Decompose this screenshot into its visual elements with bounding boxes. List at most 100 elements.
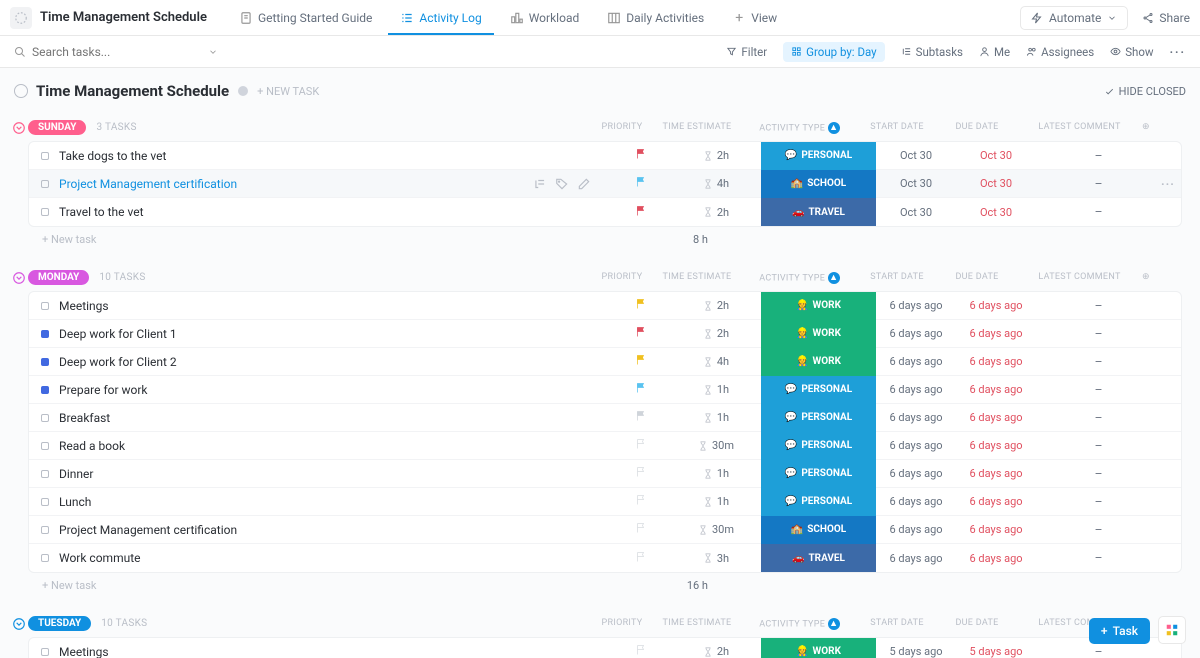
chevron-down-icon[interactable] — [12, 121, 26, 135]
comment-cell[interactable]: – — [1036, 467, 1161, 481]
time-estimate-cell[interactable]: 30m — [671, 523, 761, 536]
search-box[interactable] — [14, 45, 726, 59]
comment-cell[interactable]: – — [1036, 383, 1161, 397]
priority-cell[interactable] — [611, 409, 671, 426]
task-row[interactable]: Meetings2h👷WORK6 days ago6 days ago– — [29, 292, 1181, 320]
tab-view[interactable]: +View — [720, 0, 789, 35]
new-task-link[interactable]: + New task — [42, 233, 96, 246]
task-name[interactable]: Project Management certification — [59, 177, 533, 191]
comment-cell[interactable]: – — [1036, 551, 1161, 565]
time-estimate-cell[interactable]: 4h — [671, 177, 761, 190]
new-task-link[interactable]: + NEW TASK — [257, 85, 319, 98]
status-square[interactable] — [41, 470, 49, 478]
start-date-cell[interactable]: 6 days ago — [876, 327, 956, 340]
status-square[interactable] — [41, 302, 49, 310]
edit-icon[interactable] — [577, 177, 591, 191]
start-date-cell[interactable]: Oct 30 — [876, 177, 956, 190]
priority-cell[interactable] — [611, 325, 671, 342]
time-estimate-cell[interactable]: 1h — [671, 411, 761, 424]
time-estimate-cell[interactable]: 1h — [671, 383, 761, 396]
task-row[interactable]: Breakfast1h💬PERSONAL6 days ago6 days ago… — [29, 404, 1181, 432]
priority-cell[interactable] — [611, 550, 671, 567]
time-estimate-cell[interactable]: 1h — [671, 467, 761, 480]
group-header[interactable]: MONDAY10 TASKSPRIORITYTIME ESTIMATEACTIV… — [14, 262, 1186, 291]
start-date-cell[interactable]: 6 days ago — [876, 355, 956, 368]
activity-type-cell[interactable]: 👷WORK — [761, 292, 876, 320]
task-row[interactable]: Prepare for work1h💬PERSONAL6 days ago6 d… — [29, 376, 1181, 404]
activity-type-cell[interactable]: 💬PERSONAL — [761, 488, 876, 516]
priority-cell[interactable] — [611, 204, 671, 221]
tab-daily-activities[interactable]: Daily Activities — [595, 0, 716, 35]
status-square[interactable] — [41, 554, 49, 562]
task-row[interactable]: Meetings2h👷WORK5 days ago5 days ago– — [29, 638, 1181, 658]
task-name[interactable]: Project Management certification — [59, 523, 611, 537]
due-date-cell[interactable]: Oct 30 — [956, 177, 1036, 190]
task-row[interactable]: Project Management certification 4h🏫SCHOO… — [29, 170, 1181, 198]
start-date-cell[interactable]: 6 days ago — [876, 299, 956, 312]
start-date-cell[interactable]: 6 days ago — [876, 523, 956, 536]
add-column-icon[interactable]: ⊕ — [1142, 272, 1162, 284]
task-row[interactable]: Work commute3h🚗TRAVEL6 days ago6 days ag… — [29, 544, 1181, 572]
priority-cell[interactable] — [611, 297, 671, 314]
due-date-cell[interactable]: 6 days ago — [956, 411, 1036, 424]
subtasks-button[interactable]: Subtasks — [901, 45, 963, 59]
task-name[interactable]: Work commute — [59, 551, 611, 565]
hide-closed-button[interactable]: HIDE CLOSED — [1104, 85, 1186, 98]
new-task-fab[interactable]: + Task — [1089, 618, 1150, 644]
tab-activity-log[interactable]: Activity Log — [388, 0, 493, 35]
app-grid-button[interactable] — [1158, 616, 1186, 644]
due-date-cell[interactable]: Oct 30 — [956, 149, 1036, 162]
priority-cell[interactable] — [611, 465, 671, 482]
task-name[interactable]: Prepare for work — [59, 383, 611, 397]
activity-type-cell[interactable]: 👷WORK — [761, 638, 876, 658]
priority-cell[interactable] — [611, 381, 671, 398]
due-date-cell[interactable]: 6 days ago — [956, 439, 1036, 452]
task-name[interactable]: Deep work for Client 2 — [59, 355, 611, 369]
start-date-cell[interactable]: 6 days ago — [876, 411, 956, 424]
task-row[interactable]: Read a book30m💬PERSONAL6 days ago6 days … — [29, 432, 1181, 460]
task-name[interactable]: Dinner — [59, 467, 611, 481]
due-date-cell[interactable]: 5 days ago — [956, 645, 1036, 658]
automate-button[interactable]: Automate — [1020, 6, 1128, 30]
task-row[interactable]: Deep work for Client 12h👷WORK6 days ago6… — [29, 320, 1181, 348]
filter-button[interactable]: Filter — [726, 45, 767, 59]
list-status-circle[interactable] — [14, 84, 28, 98]
time-estimate-cell[interactable]: 30m — [671, 439, 761, 452]
start-date-cell[interactable]: 6 days ago — [876, 495, 956, 508]
activity-type-cell[interactable]: 💬PERSONAL — [761, 460, 876, 488]
task-name[interactable]: Breakfast — [59, 411, 611, 425]
groupby-button[interactable]: Group by: Day — [783, 42, 884, 62]
start-date-cell[interactable]: Oct 30 — [876, 206, 956, 219]
due-date-cell[interactable]: 6 days ago — [956, 552, 1036, 565]
comment-cell[interactable]: – — [1036, 523, 1161, 537]
status-square[interactable] — [41, 414, 49, 422]
show-button[interactable]: Show — [1110, 45, 1153, 59]
status-square[interactable] — [41, 358, 49, 366]
group-header[interactable]: SUNDAY3 TASKSPRIORITYTIME ESTIMATEACTIVI… — [14, 112, 1186, 141]
status-square[interactable] — [41, 442, 49, 450]
priority-cell[interactable] — [611, 175, 671, 192]
search-input[interactable] — [32, 45, 152, 59]
start-date-cell[interactable]: 6 days ago — [876, 552, 956, 565]
info-icon[interactable] — [237, 85, 249, 97]
task-row[interactable]: Project Management certification 30m🏫SCHO… — [29, 516, 1181, 544]
comment-cell[interactable]: – — [1036, 439, 1161, 453]
subtask-icon[interactable] — [533, 177, 547, 191]
time-estimate-cell[interactable]: 2h — [671, 299, 761, 312]
activity-type-cell[interactable]: 🏫SCHOOL — [761, 516, 876, 544]
more-options-icon[interactable]: ··· — [1170, 45, 1186, 59]
status-square[interactable] — [41, 498, 49, 506]
time-estimate-cell[interactable]: 2h — [671, 149, 761, 162]
due-date-cell[interactable]: 6 days ago — [956, 327, 1036, 340]
comment-cell[interactable]: – — [1036, 205, 1161, 219]
task-name[interactable]: Deep work for Client 1 — [59, 327, 611, 341]
activity-type-cell[interactable]: 🏫SCHOOL — [761, 170, 876, 198]
task-row[interactable]: Lunch1h💬PERSONAL6 days ago6 days ago– — [29, 488, 1181, 516]
start-date-cell[interactable]: 6 days ago — [876, 467, 956, 480]
task-name[interactable]: Lunch — [59, 495, 611, 509]
due-date-cell[interactable]: 6 days ago — [956, 495, 1036, 508]
comment-cell[interactable]: – — [1036, 299, 1161, 313]
start-date-cell[interactable]: 6 days ago — [876, 383, 956, 396]
activity-type-cell[interactable]: 💬PERSONAL — [761, 376, 876, 404]
activity-type-cell[interactable]: 💬PERSONAL — [761, 142, 876, 170]
